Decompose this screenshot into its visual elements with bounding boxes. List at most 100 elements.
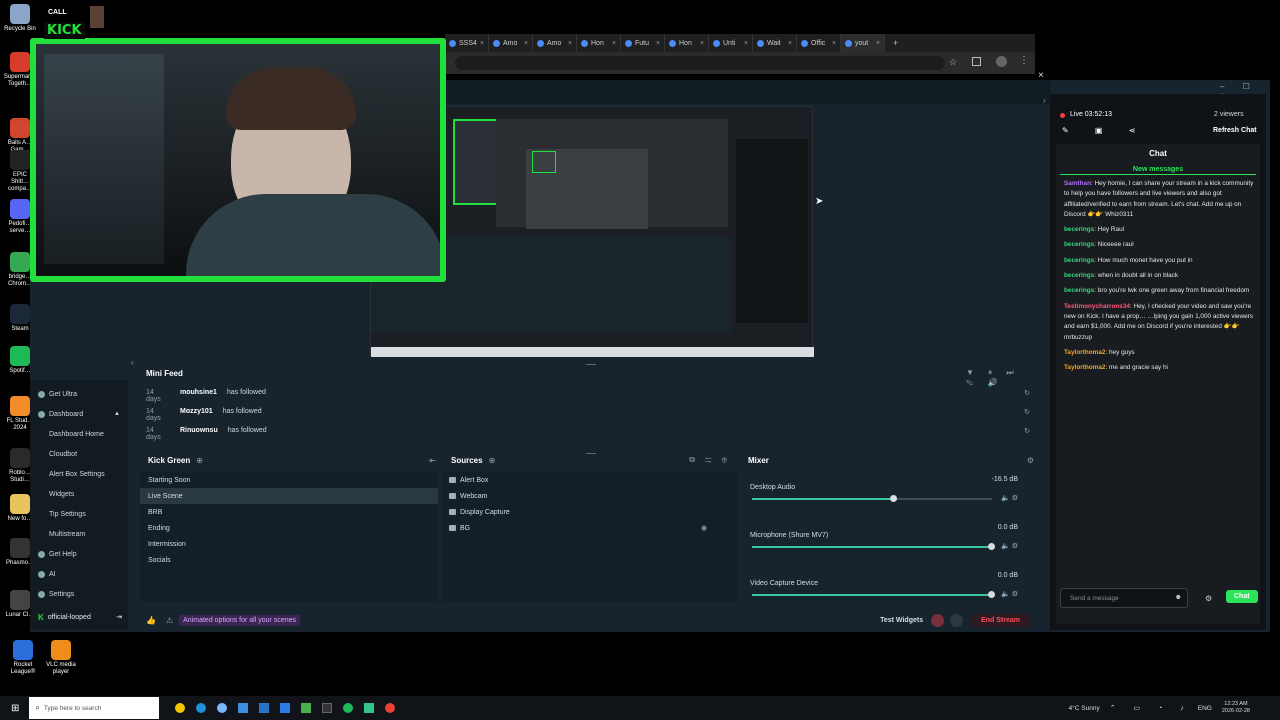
- chat-username[interactable]: becerings: [1064, 241, 1094, 248]
- browser-tab[interactable]: Hon ×: [577, 34, 621, 52]
- sidebar-item[interactable]: Dashboard ▲: [30, 404, 128, 424]
- promo-banner[interactable]: Animated options for all your scenes: [179, 614, 300, 626]
- spotify-icon[interactable]: [343, 703, 354, 713]
- store-icon[interactable]: [259, 703, 270, 713]
- language[interactable]: ENG: [1198, 705, 1212, 712]
- account-switcher[interactable]: K official-looped ⇥: [30, 608, 128, 626]
- feed-controls[interactable]: ▼ ⏸ ⏭ ✎ 🔊: [966, 368, 1040, 388]
- channel-controls[interactable]: 🔈 ⚙: [1001, 494, 1018, 502]
- sidebar-item[interactable]: Alert Box Settings: [30, 464, 128, 484]
- scene-item[interactable]: Starting Soon: [140, 472, 438, 488]
- source-item[interactable]: Display Capture: [443, 504, 737, 520]
- chevron-up-icon[interactable]: ▲: [114, 411, 120, 417]
- browser-menu-icon[interactable]: ⋮: [1019, 55, 1029, 66]
- chat-settings-icon[interactable]: ⚙: [1205, 594, 1212, 603]
- sidebar-item[interactable]: Widgets: [30, 484, 128, 504]
- windows-start-icon[interactable]: ⊞: [11, 703, 19, 714]
- tab-close-icon[interactable]: ×: [788, 40, 792, 47]
- chat-username[interactable]: Taylorthoma2: [1064, 364, 1105, 371]
- feed-user[interactable]: mouhsine1: [180, 389, 217, 403]
- volume-slider[interactable]: [752, 591, 995, 598]
- send-chat-button[interactable]: Chat: [1226, 590, 1258, 603]
- add-scene-icon[interactable]: ⊕: [196, 456, 203, 465]
- browser-tab[interactable]: Hon ×: [665, 34, 709, 52]
- browser-tab[interactable]: Amo ×: [489, 34, 533, 52]
- bookmark-star-icon[interactable]: ☆: [949, 57, 957, 68]
- tab-close-icon[interactable]: ×: [524, 40, 528, 47]
- capcut-icon[interactable]: [322, 703, 333, 713]
- scene-item[interactable]: Socials: [140, 552, 438, 568]
- volume-knob[interactable]: [988, 591, 995, 598]
- thumbs-up-icon[interactable]: 👍: [146, 616, 156, 625]
- source-item[interactable]: Alert Box: [443, 472, 737, 488]
- sidebar-item[interactable]: Multistream: [30, 524, 128, 544]
- collapse-sidebar-icon[interactable]: ‹: [131, 358, 134, 367]
- chat-username[interactable]: becerings: [1064, 226, 1094, 233]
- chat-username[interactable]: becerings: [1064, 257, 1094, 264]
- excel-icon[interactable]: [301, 703, 312, 713]
- tab-close-icon[interactable]: ×: [744, 40, 748, 47]
- alert-icon[interactable]: ⚠: [166, 616, 173, 625]
- browser-address-bar[interactable]: ☆ ⋮: [445, 52, 1035, 74]
- mixer-settings-icon[interactable]: ⚙: [1027, 456, 1034, 465]
- desktop-icon[interactable]: Recycle Bin: [4, 4, 36, 33]
- chrome-icon[interactable]: [385, 703, 396, 713]
- add-source-icon[interactable]: ⊕: [489, 456, 496, 465]
- tab-close-icon[interactable]: ×: [568, 40, 572, 47]
- test-widgets-button[interactable]: Test Widgets: [880, 617, 923, 624]
- firefox-icon[interactable]: [217, 703, 228, 713]
- resize-handle-2[interactable]: [586, 453, 596, 454]
- volume-knob[interactable]: [988, 543, 995, 550]
- sidebar-item[interactable]: AI: [30, 564, 128, 584]
- record-button[interactable]: [931, 613, 945, 627]
- edge-icon[interactable]: [196, 703, 207, 713]
- scene-item[interactable]: Ending: [140, 520, 438, 536]
- streamlabs-icon[interactable]: [364, 703, 375, 713]
- desktop-icon[interactable]: Rocket League®: [6, 640, 40, 676]
- browser-tab[interactable]: SSS4 ×: [445, 34, 489, 52]
- volume-knob[interactable]: [889, 495, 897, 502]
- logout-icon[interactable]: ⇥: [116, 613, 122, 621]
- replay-button[interactable]: [950, 613, 964, 627]
- extensions-icon[interactable]: [972, 57, 981, 66]
- browser-tab[interactable]: Wait ×: [753, 34, 797, 52]
- clock[interactable]: 12:23 AM 2026-02-28: [1222, 701, 1250, 715]
- sidebar-item[interactable]: Cloudbot: [30, 444, 128, 464]
- new-tab-button[interactable]: +: [893, 38, 898, 48]
- weather[interactable]: 4°C Sunny: [1069, 705, 1100, 712]
- refresh-chat-button[interactable]: Refresh Chat: [1213, 127, 1257, 134]
- source-tools-icon[interactable]: ⧉ ⇋ ⊕: [689, 455, 731, 465]
- tab-close-icon[interactable]: ×: [832, 40, 836, 47]
- chat-username[interactable]: Testimonycharrons34: [1064, 303, 1130, 310]
- source-item[interactable]: BG: [443, 520, 737, 536]
- url-field[interactable]: [455, 56, 945, 70]
- chat-username[interactable]: becerings: [1064, 272, 1094, 279]
- tab-close-icon[interactable]: ×: [612, 40, 616, 47]
- chat-input[interactable]: Send a message ☻: [1060, 588, 1188, 608]
- channel-controls[interactable]: 🔈 ⚙: [1001, 590, 1018, 598]
- browser-tab[interactable]: yout ×: [841, 34, 885, 52]
- feed-user[interactable]: Rinuownsu: [180, 427, 218, 441]
- browser-tab[interactable]: Futu ×: [621, 34, 665, 52]
- resize-handle[interactable]: [586, 364, 596, 365]
- volume-slider[interactable]: [752, 495, 992, 502]
- expand-chat-icon[interactable]: ›: [1043, 96, 1046, 105]
- scene-item[interactable]: Intermission: [140, 536, 438, 552]
- chat-username[interactable]: Taylorthoma2: [1064, 349, 1105, 356]
- emoji-icon[interactable]: ☻: [1175, 594, 1182, 601]
- browser-tab[interactable]: Offic ×: [797, 34, 841, 52]
- visibility-icon[interactable]: ◉: [701, 524, 707, 532]
- scene-item[interactable]: BRB: [140, 504, 438, 520]
- chat-username[interactable]: Samthan: [1064, 180, 1091, 187]
- tab-close-icon[interactable]: ×: [656, 40, 660, 47]
- sidebar-item[interactable]: Dashboard Home: [30, 424, 128, 444]
- photos-icon[interactable]: [280, 703, 291, 713]
- source-item[interactable]: Webcam: [443, 488, 737, 504]
- file-explorer-icon[interactable]: [238, 703, 249, 713]
- copilot-icon[interactable]: [175, 703, 186, 713]
- browser-tab[interactable]: Amo ×: [533, 34, 577, 52]
- chat-username[interactable]: becerings: [1064, 287, 1094, 294]
- desktop-icon[interactable]: VLC media player: [44, 640, 78, 676]
- tab-close-icon[interactable]: ×: [480, 40, 484, 47]
- sidebar-item[interactable]: Tip Settings: [30, 504, 128, 524]
